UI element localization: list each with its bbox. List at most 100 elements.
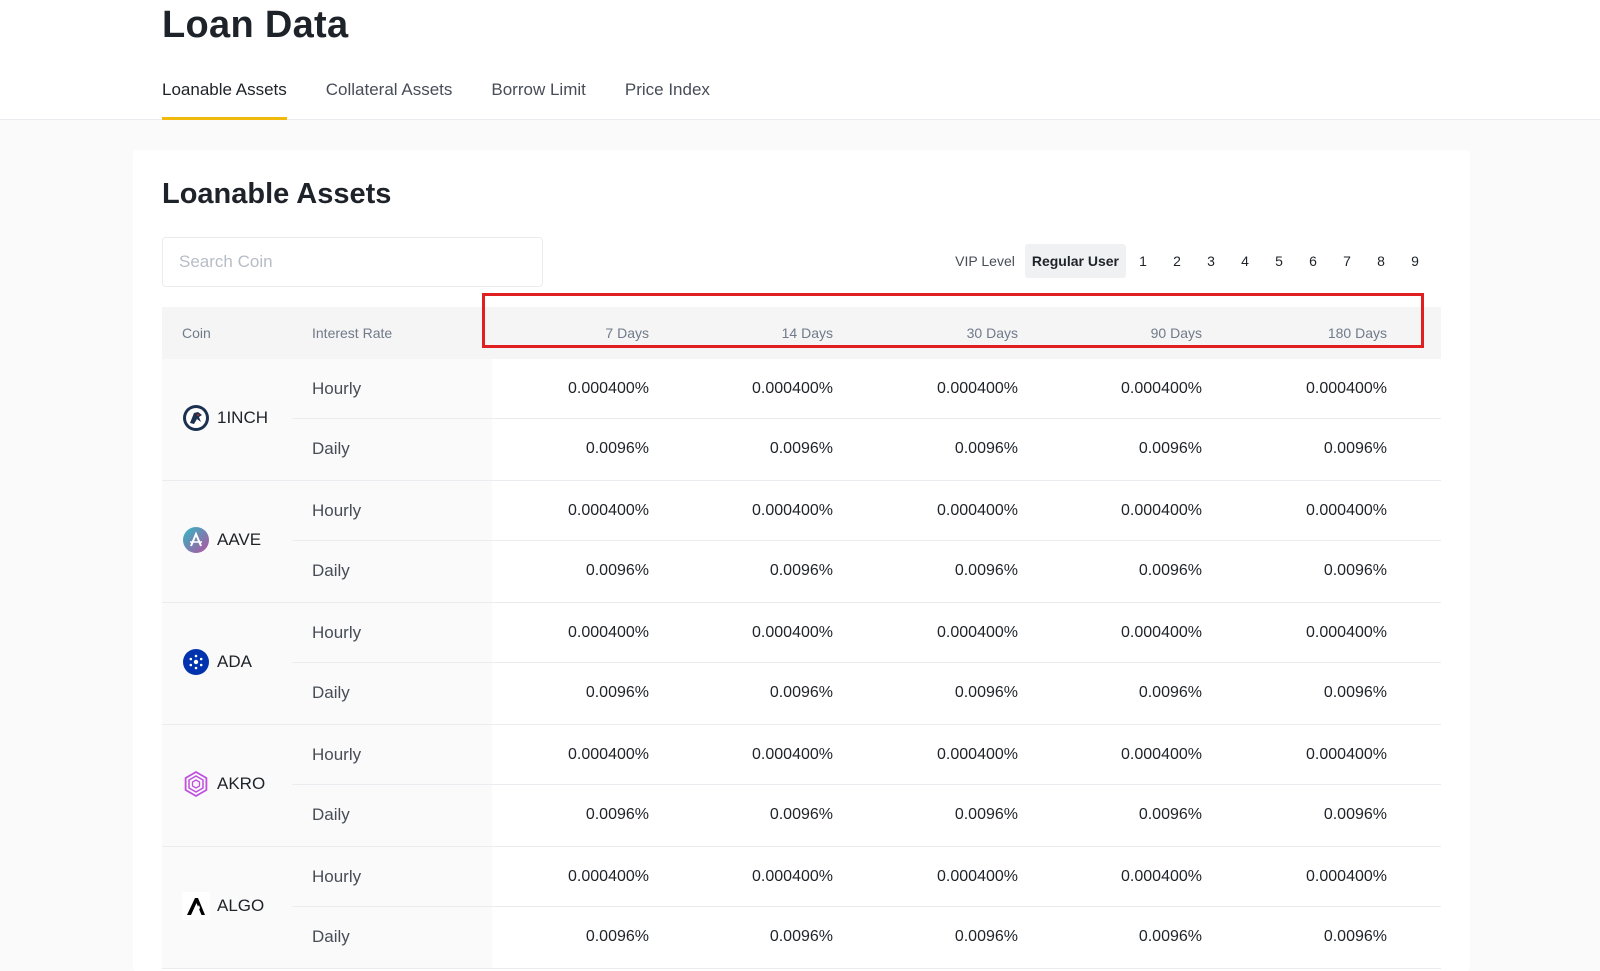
rate-value: 0.0096% (769, 806, 833, 823)
rate-value: 0.000400% (568, 502, 649, 519)
rate-value: 0.000400% (937, 624, 1018, 641)
ada-icon (183, 649, 209, 675)
rate-value: 0.000400% (752, 868, 833, 885)
vip-level-selector: VIP Level Regular User 1 2 3 4 5 6 7 8 9 (955, 244, 1432, 278)
rate-row-daily: Daily 0.0096% 0.0096% 0.0096% 0.0096% 0.… (292, 419, 1441, 479)
rate-value: 0.000400% (1306, 624, 1387, 641)
rate-value: 0.0096% (1138, 440, 1202, 457)
rate-value: 0.000400% (1306, 502, 1387, 519)
vip-option-8[interactable]: 8 (1364, 244, 1398, 278)
vip-option-1[interactable]: 1 (1126, 244, 1160, 278)
header-coin: Coin (182, 325, 211, 341)
rate-value: 0.000400% (1121, 502, 1202, 519)
rate-value: 0.000400% (937, 746, 1018, 763)
akro-icon (184, 770, 208, 798)
table-row: 1INCH Hourly 0.000400% 0.000400% 0.00040… (162, 359, 1441, 481)
rate-value: 0.000400% (1306, 868, 1387, 885)
rate-value: 0.0096% (1323, 806, 1387, 823)
vip-option-2[interactable]: 2 (1160, 244, 1194, 278)
period-label: Daily (312, 683, 350, 702)
loanable-assets-card: Loanable Assets VIP Level Regular User 1… (133, 150, 1470, 971)
period-label: Hourly (312, 867, 362, 886)
table-body: 1INCH Hourly 0.000400% 0.000400% 0.00040… (162, 359, 1441, 969)
period-label: Hourly (312, 623, 362, 642)
coin-symbol: AKRO (217, 774, 266, 793)
rate-value: 0.0096% (954, 928, 1018, 945)
tab-collateral-assets[interactable]: Collateral Assets (326, 78, 453, 120)
rate-value: 0.0096% (769, 440, 833, 457)
rate-value: 0.000400% (568, 380, 649, 397)
period-label: Hourly (312, 501, 362, 520)
rate-value: 0.000400% (568, 868, 649, 885)
vip-option-6[interactable]: 6 (1296, 244, 1330, 278)
coin-name-algo[interactable]: ALGO (182, 891, 264, 921)
period-label: Daily (312, 561, 350, 580)
rate-row-hourly: Hourly 0.000400% 0.000400% 0.000400% 0.0… (292, 725, 1441, 785)
header-bar: Loan Data Loanable Assets Collateral Ass… (0, 0, 1600, 120)
rate-value: 0.0096% (769, 562, 833, 579)
period-label: Daily (312, 439, 350, 458)
rate-row-hourly: Hourly 0.000400% 0.000400% 0.000400% 0.0… (292, 603, 1441, 663)
rate-value: 0.0096% (1138, 562, 1202, 579)
rate-value: 0.000400% (752, 502, 833, 519)
rate-value: 0.000400% (937, 868, 1018, 885)
coin-name-1inch[interactable]: 1INCH (182, 403, 268, 433)
rate-value: 0.0096% (1323, 440, 1387, 457)
rate-value: 0.0096% (1138, 928, 1202, 945)
rate-value: 0.000400% (752, 746, 833, 763)
rate-value: 0.0096% (769, 928, 833, 945)
coin-symbol: 1INCH (217, 408, 269, 427)
rate-value: 0.0096% (954, 440, 1018, 457)
rate-value: 0.0096% (1323, 928, 1387, 945)
table-header: Coin Interest Rate 7 Days 14 Days 30 Day… (162, 307, 1441, 359)
rate-value: 0.000400% (1306, 746, 1387, 763)
header-7-days: 7 Days (605, 325, 649, 341)
rate-value: 0.000400% (752, 380, 833, 397)
rate-value: 0.000400% (1121, 868, 1202, 885)
rate-row-hourly: Hourly 0.000400% 0.000400% 0.000400% 0.0… (292, 847, 1441, 907)
rate-value: 0.000400% (568, 746, 649, 763)
search-coin-input[interactable] (162, 237, 543, 287)
aave-icon (183, 527, 209, 553)
rate-value: 0.0096% (585, 806, 649, 823)
rate-value: 0.000400% (1121, 746, 1202, 763)
rate-row-daily: Daily 0.0096% 0.0096% 0.0096% 0.0096% 0.… (292, 907, 1441, 967)
header-30-days: 30 Days (966, 325, 1018, 341)
rate-value: 0.000400% (1306, 380, 1387, 397)
rate-value: 0.0096% (954, 806, 1018, 823)
coin-symbol: AAVE (217, 530, 262, 549)
header-180-days: 180 Days (1327, 325, 1387, 341)
rate-row-hourly: Hourly 0.000400% 0.000400% 0.000400% 0.0… (292, 359, 1441, 419)
tab-borrow-limit[interactable]: Borrow Limit (491, 78, 585, 120)
vip-option-regular-user[interactable]: Regular User (1024, 244, 1126, 278)
table-row: AKRO Hourly 0.000400% 0.000400% 0.000400… (162, 725, 1441, 847)
rate-value: 0.0096% (585, 684, 649, 701)
vip-option-4[interactable]: 4 (1228, 244, 1262, 278)
vip-option-3[interactable]: 3 (1194, 244, 1228, 278)
vip-option-5[interactable]: 5 (1262, 244, 1296, 278)
rate-value: 0.0096% (1138, 684, 1202, 701)
header-90-days: 90 Days (1150, 325, 1202, 341)
rate-value: 0.0096% (585, 928, 649, 945)
header-14-days: 14 Days (781, 325, 833, 341)
period-label: Daily (312, 927, 350, 946)
rate-value: 0.000400% (752, 624, 833, 641)
rate-row-daily: Daily 0.0096% 0.0096% 0.0096% 0.0096% 0.… (292, 541, 1441, 601)
vip-option-9[interactable]: 9 (1398, 244, 1432, 278)
rate-row-daily: Daily 0.0096% 0.0096% 0.0096% 0.0096% 0.… (292, 785, 1441, 845)
tab-loanable-assets[interactable]: Loanable Assets (162, 78, 287, 120)
rate-value: 0.0096% (954, 684, 1018, 701)
algo-icon (182, 892, 210, 920)
period-label: Hourly (312, 379, 362, 398)
1inch-icon (183, 405, 209, 431)
vip-option-7[interactable]: 7 (1330, 244, 1364, 278)
period-label: Daily (312, 805, 350, 824)
coin-name-ada[interactable]: ADA (182, 647, 252, 677)
coin-symbol: ADA (217, 652, 252, 671)
rate-value: 0.000400% (937, 502, 1018, 519)
coin-name-akro[interactable]: AKRO (182, 769, 265, 799)
rate-value: 0.000400% (1121, 624, 1202, 641)
coin-symbol: ALGO (217, 896, 265, 915)
tab-price-index[interactable]: Price Index (625, 78, 710, 120)
coin-name-aave[interactable]: AAVE (182, 525, 261, 555)
